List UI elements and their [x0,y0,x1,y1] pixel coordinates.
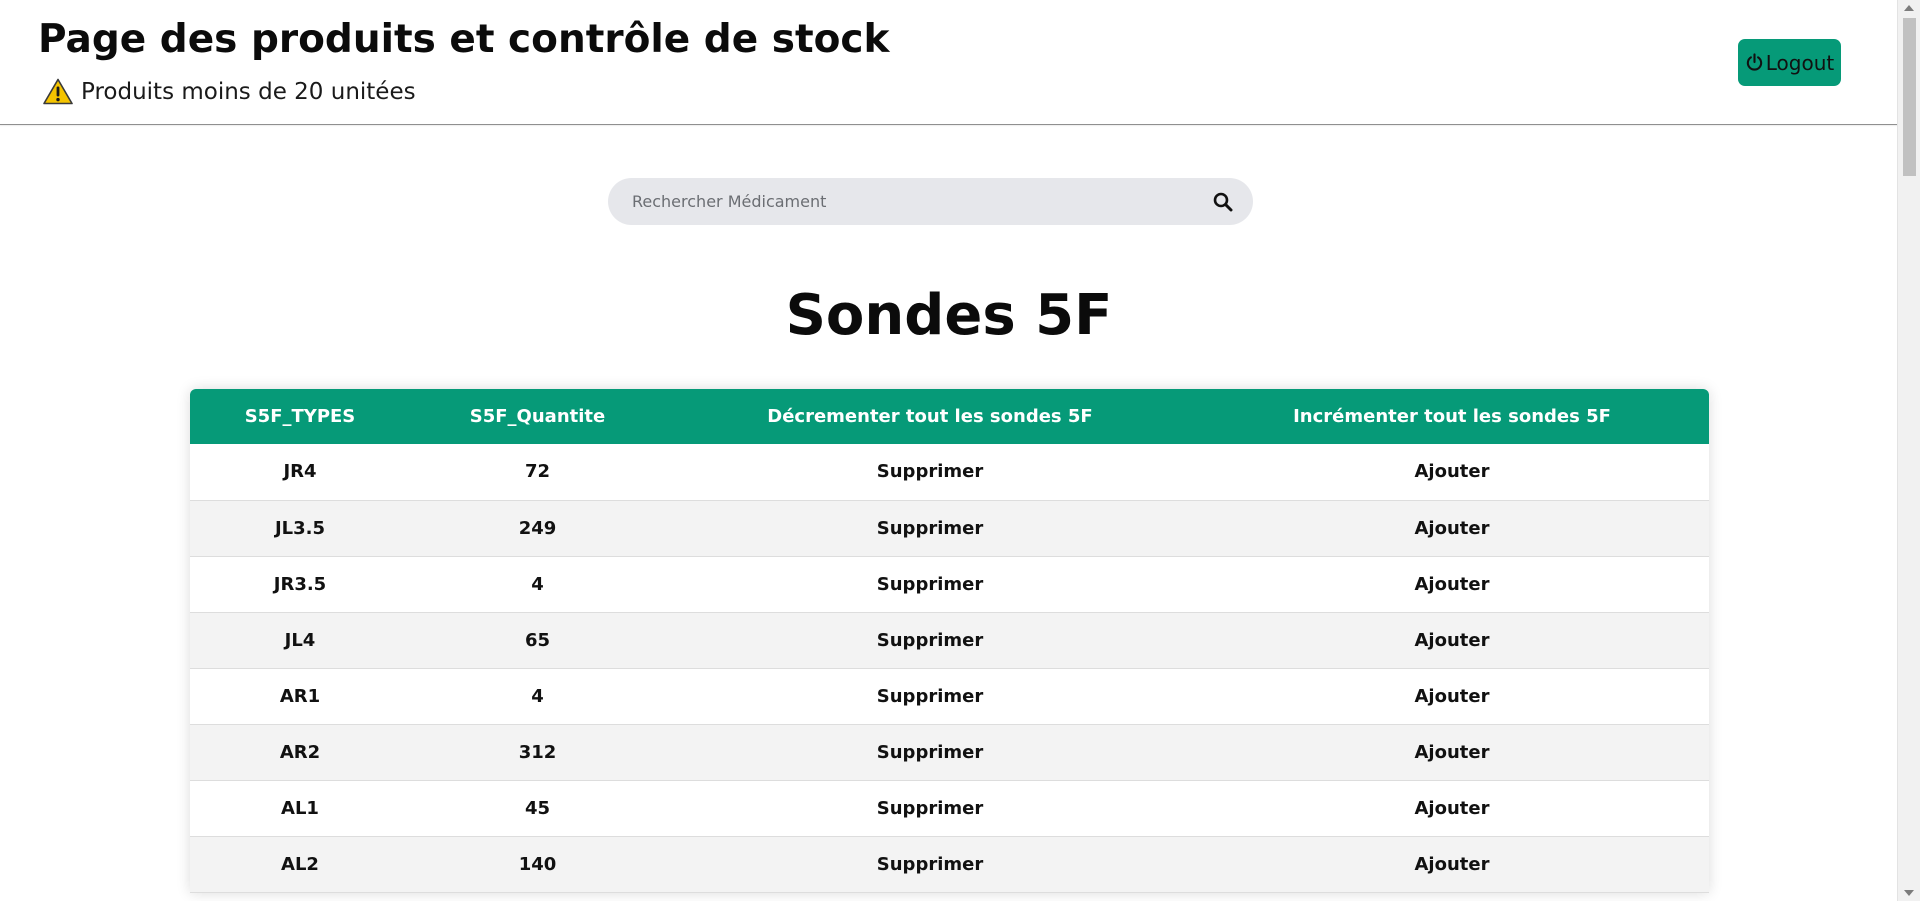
table-row: JL4 65 Supprimer Ajouter [190,612,1709,668]
column-header-types: S5F_TYPES [244,406,356,427]
cell-type: JR4 [283,461,317,483]
supprimer-button[interactable]: Supprimer [665,556,1195,612]
supprimer-button[interactable]: Supprimer [665,500,1195,556]
cell-quantite: 4 [531,573,544,595]
supprimer-button[interactable]: Supprimer [665,724,1195,780]
column-header-decrement: Décrementer tout les sondes 5F [767,406,1093,427]
scroll-up-icon[interactable] [1904,5,1914,11]
ajouter-button[interactable]: Ajouter [1195,500,1709,556]
cell-type: AL1 [281,797,319,819]
cell-type: AL2 [281,853,319,875]
table-row: AL2 140 Supprimer Ajouter [190,836,1709,892]
supprimer-button[interactable]: Supprimer [665,836,1195,892]
cell-quantite: 45 [524,797,551,819]
cell-quantite: 249 [518,517,557,539]
ajouter-button[interactable]: Ajouter [1195,556,1709,612]
warning-icon [43,78,73,105]
stock-table-container: S5F_TYPES S5F_Quantite Décrementer tout … [190,389,1709,893]
supprimer-button[interactable]: Supprimer [665,444,1195,500]
supprimer-button[interactable]: Supprimer [665,612,1195,668]
vertical-scrollbar[interactable] [1897,0,1920,901]
cell-quantite: 72 [524,461,551,483]
page: Page des produits et contrôle de stock P… [0,0,1898,901]
cell-type: JL4 [284,629,316,651]
ajouter-button[interactable]: Ajouter [1195,780,1709,836]
cell-quantite: 65 [524,629,551,651]
table-row: AR1 4 Supprimer Ajouter [190,668,1709,724]
ajouter-button[interactable]: Ajouter [1195,612,1709,668]
table-row: JL3.5 249 Supprimer Ajouter [190,500,1709,556]
cell-quantite: 4 [531,685,544,707]
table-row: JR4 72 Supprimer Ajouter [190,444,1709,500]
supprimer-button[interactable]: Supprimer [665,668,1195,724]
supprimer-button[interactable]: Supprimer [665,780,1195,836]
power-icon [1745,53,1764,72]
stock-table: S5F_TYPES S5F_Quantite Décrementer tout … [190,389,1709,893]
table-row: JR3.5 4 Supprimer Ajouter [190,556,1709,612]
cell-type: AR1 [279,685,321,707]
search-input[interactable] [608,178,1193,225]
ajouter-button[interactable]: Ajouter [1195,724,1709,780]
ajouter-button[interactable]: Ajouter [1195,668,1709,724]
cell-type: JL3.5 [274,517,326,539]
page-header: Page des produits et contrôle de stock P… [0,0,1898,125]
search-icon[interactable] [1193,178,1253,225]
cell-type: AR2 [279,741,321,763]
low-stock-alert-label: Produits moins de 20 unitées [81,78,416,105]
column-header-increment: Incrémenter tout les sondes 5F [1293,406,1611,427]
scroll-down-icon[interactable] [1904,890,1914,896]
ajouter-button[interactable]: Ajouter [1195,836,1709,892]
column-header-quantite: S5F_Quantite [469,406,606,427]
cell-quantite: 140 [518,853,557,875]
scrollbar-thumb[interactable] [1903,18,1916,176]
page-title: Page des produits et contrôle de stock [38,17,890,62]
low-stock-alert-link[interactable]: Produits moins de 20 unitées [43,78,416,105]
logout-button[interactable]: Logout [1738,39,1841,86]
search-bar [608,178,1253,225]
cell-type: JR3.5 [273,573,327,595]
cell-quantite: 312 [518,741,557,763]
table-row: AR2 312 Supprimer Ajouter [190,724,1709,780]
logout-label: Logout [1765,50,1835,75]
table-header-row: S5F_TYPES S5F_Quantite Décrementer tout … [190,389,1709,444]
section-title: Sondes 5F [785,283,1113,348]
ajouter-button[interactable]: Ajouter [1195,444,1709,500]
table-row: AL1 45 Supprimer Ajouter [190,780,1709,836]
